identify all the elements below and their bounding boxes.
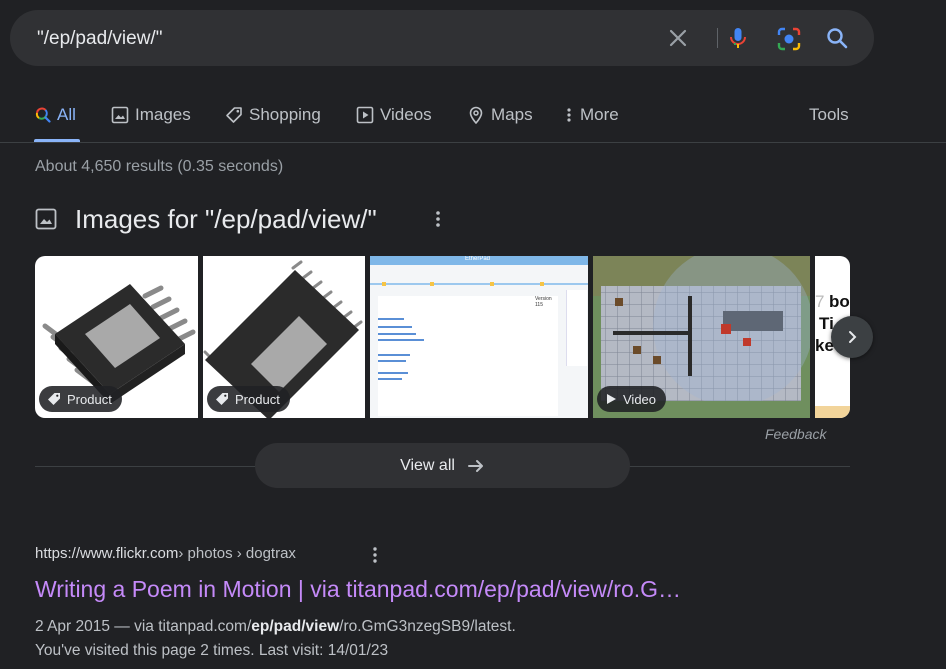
tab-all-label: All	[57, 105, 76, 124]
result-stats: About 4,650 results (0.35 seconds)	[35, 158, 284, 175]
result-breadcrumb: https://www.flickr.com › photos › dogtra…	[35, 545, 296, 562]
images-section-header: Images for "/ep/pad/view/"	[35, 202, 377, 236]
image-icon	[35, 208, 57, 230]
tab-videos[interactable]: Videos	[356, 104, 432, 126]
tag-icon	[216, 393, 228, 405]
carousel-next-button[interactable]	[831, 316, 873, 358]
search-box[interactable]	[10, 10, 874, 66]
tabs-divider	[0, 142, 946, 143]
feedback-link[interactable]: Feedback	[765, 426, 826, 442]
search-tabs: All Images Shopping Videos Maps More Too…	[0, 96, 946, 143]
image-thumbnail-2[interactable]: Product	[203, 256, 365, 418]
more-vert-icon	[567, 108, 571, 122]
tools-label: Tools	[809, 105, 849, 124]
more-options-icon[interactable]	[430, 207, 446, 231]
tools-button[interactable]: Tools	[809, 104, 849, 126]
result-snippet: 2 Apr 2015 — via titanpad.com/ep/pad/vie…	[35, 615, 516, 663]
more-options-icon[interactable]	[367, 544, 383, 566]
play-box-icon	[356, 106, 374, 124]
tab-more[interactable]: More	[564, 104, 619, 126]
view-all-button[interactable]: View all	[255, 443, 630, 488]
map-pin-icon	[469, 106, 483, 124]
arrow-right-icon	[467, 459, 483, 472]
tab-shopping-label: Shopping	[249, 105, 321, 124]
tab-maps[interactable]: Maps	[467, 104, 533, 126]
image-thumbnail-1[interactable]: Product	[35, 256, 198, 418]
side-panel	[566, 290, 587, 366]
tab-all[interactable]: All	[35, 104, 76, 126]
tab-maps-label: Maps	[491, 105, 533, 124]
search-input[interactable]	[35, 24, 639, 54]
chevron-right-icon	[849, 331, 857, 343]
video-badge: Video	[597, 386, 667, 412]
tab-shopping[interactable]: Shopping	[225, 104, 321, 126]
product-badge: Product	[39, 386, 122, 412]
result-title-link[interactable]: Writing a Poem in Motion | via titanpad.…	[35, 576, 681, 603]
tab-images-label: Images	[135, 105, 191, 124]
play-icon	[607, 394, 616, 404]
images-section-title: Images for "/ep/pad/view/"	[75, 203, 377, 234]
clear-icon[interactable]	[666, 26, 690, 50]
tab-images[interactable]: Images	[111, 104, 191, 126]
etherpad-header-bar: EtherPad	[370, 256, 588, 265]
tag-icon	[48, 393, 60, 405]
search-divider	[717, 28, 718, 48]
camera-lens-icon[interactable]	[776, 26, 801, 51]
microphone-icon[interactable]	[726, 26, 750, 50]
result-path: › photos › dogtrax	[178, 545, 296, 562]
image-carousel: Product Product EtherPad Version 115 Vid…	[35, 256, 850, 418]
product-badge: Product	[207, 386, 290, 412]
search-multicolor-icon	[35, 107, 51, 123]
pad-document: Version 115	[378, 296, 558, 416]
image-thumbnail-4[interactable]: Video	[593, 256, 810, 418]
visited-note: You've visited this page 2 times. Last v…	[35, 642, 389, 659]
image-icon	[111, 106, 129, 124]
tab-more-label: More	[580, 105, 619, 124]
snippet-line: 2 Apr 2015 — via titanpad.com/ep/pad/vie…	[35, 618, 516, 635]
search-icon[interactable]	[825, 26, 849, 50]
image-thumbnail-3[interactable]: EtherPad Version 115	[370, 256, 588, 418]
tag-icon	[226, 107, 242, 123]
tab-videos-label: Videos	[380, 105, 432, 124]
result-site: https://www.flickr.com	[35, 545, 179, 562]
view-all-label: View all	[400, 456, 455, 474]
